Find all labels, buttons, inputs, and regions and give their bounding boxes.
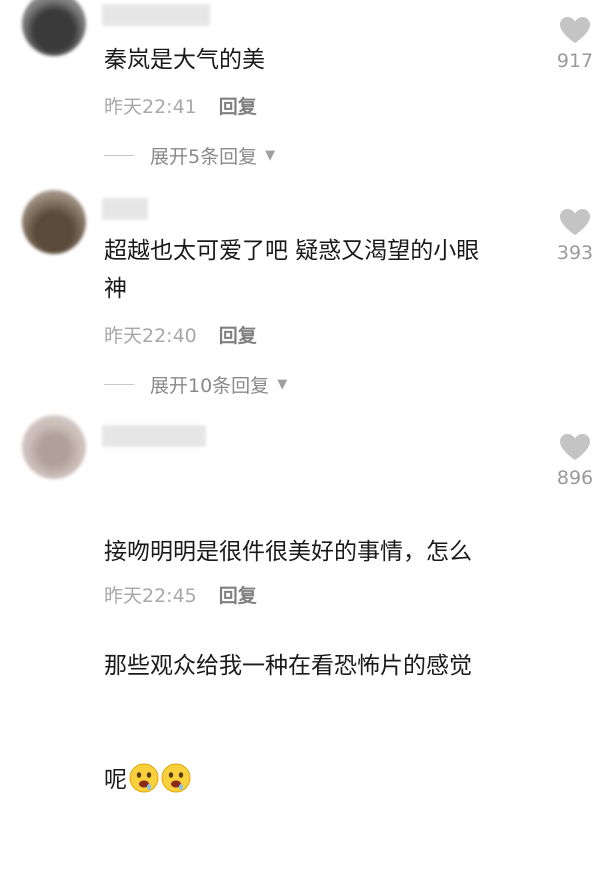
comment-meta: 昨天22:41 回复	[104, 92, 257, 119]
reply-button[interactable]: 回复	[219, 92, 257, 119]
comment-text-line: 接吻明明是很件很美好的事情，怎么	[104, 539, 472, 565]
like-button[interactable]: 917	[552, 16, 598, 72]
comment-text: 超越也太可爱了吧 疑惑又渴望的小眼 神	[104, 238, 480, 302]
username-blurred[interactable]	[102, 425, 206, 447]
reply-button[interactable]: 回复	[219, 321, 257, 348]
divider-line	[104, 384, 134, 385]
heart-icon	[560, 17, 590, 43]
username-blurred[interactable]	[102, 4, 210, 26]
comment-text-line: 呢	[104, 761, 544, 799]
drooling-face-emoji	[129, 763, 159, 793]
heart-icon	[560, 209, 590, 235]
chevron-down-icon: ▼	[265, 148, 276, 163]
comment-text: 接吻明明是很件很美好的事情，怎么 那些观众给我一种在看恐怖片的感觉 呢	[104, 457, 544, 875]
drooling-face-emoji	[161, 763, 191, 793]
expand-replies-button[interactable]: 展开5条回复 ▼	[104, 142, 275, 169]
comment-text-tail: 呢	[104, 767, 127, 793]
comment-time: 昨天22:40	[104, 325, 197, 347]
like-count: 393	[556, 242, 594, 264]
comment-text-line: 那些观众给我一种在看恐怖片的感觉	[104, 653, 472, 679]
avatar[interactable]	[22, 0, 86, 56]
heart-icon	[560, 434, 590, 460]
divider-line	[104, 155, 134, 156]
avatar[interactable]	[22, 415, 86, 479]
like-button[interactable]: 393	[552, 208, 598, 264]
like-button[interactable]: 896	[552, 433, 598, 489]
comment-text: 秦岚是大气的美	[104, 47, 265, 73]
expand-replies-label: 展开5条回复	[150, 146, 258, 168]
username-blurred[interactable]	[102, 198, 148, 220]
expand-replies-label: 展开10条回复	[150, 375, 270, 397]
avatar[interactable]	[22, 190, 86, 254]
like-count: 896	[556, 467, 594, 489]
chevron-down-icon: ▼	[277, 377, 288, 392]
like-count: 917	[556, 50, 594, 72]
expand-replies-button[interactable]: 展开10条回复 ▼	[104, 371, 287, 398]
comment-meta: 昨天22:40 回复	[104, 321, 257, 348]
comment-time: 昨天22:41	[104, 96, 197, 118]
